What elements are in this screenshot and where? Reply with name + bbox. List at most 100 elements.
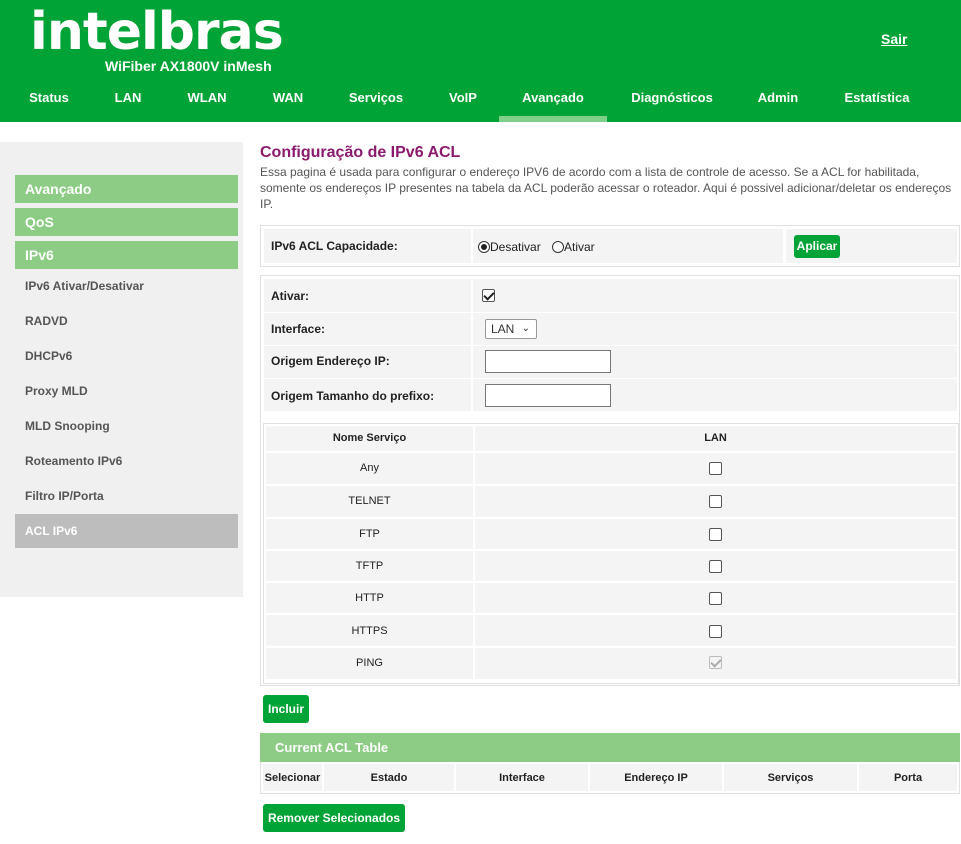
acl-col-cell: Porta (859, 764, 957, 791)
acl-col-endereco-ip: Endereço IP (624, 772, 688, 784)
sidebar-header-ipv6[interactable]: IPv6 (15, 241, 238, 269)
interface-select[interactable]: LAN ⌄ (485, 319, 537, 339)
service-row-telnet: TELNET (266, 486, 473, 517)
nav-wlan[interactable]: WLAN (174, 80, 240, 122)
service-row-ftp: FTP (266, 519, 473, 549)
service-row-https: HTTPS (266, 615, 473, 646)
services-table: Nome Serviço LAN Any TELNET FTP TFTP HTT… (263, 423, 959, 684)
services-header-lan-cell: LAN (475, 426, 956, 451)
interface-label-cell: Interface: (264, 313, 471, 345)
service-checkbox-tftp[interactable] (709, 560, 722, 573)
service-name: TFTP (355, 560, 384, 572)
src-ip-label: Origem Endereço IP: (271, 354, 390, 368)
sidebar-header-qos[interactable]: QoS (15, 208, 238, 236)
prefix-value-cell (473, 379, 957, 411)
prefix-input[interactable] (485, 384, 611, 407)
service-name: HTTP (355, 592, 384, 604)
sidebar-item-mld-snooping[interactable]: MLD Snooping (15, 409, 238, 443)
capability-label-cell: IPv6 ACL Capacidade: (264, 229, 471, 263)
service-name: Any (360, 462, 379, 474)
capability-apply-cell: Aplicar (786, 229, 957, 263)
radio-desativar-label: Desativar (490, 240, 541, 254)
service-lan-cell (475, 519, 956, 549)
sidebar-item-ipv6-toggle[interactable]: IPv6 Ativar/Desativar (15, 269, 238, 303)
src-ip-value-cell (473, 346, 957, 378)
acl-col-cell: Interface (456, 764, 588, 791)
acl-col-porta: Porta (893, 772, 923, 784)
service-row-tftp: TFTP (266, 551, 473, 581)
nav-diagnosticos[interactable]: Diagnósticos (622, 80, 722, 122)
nav-avancado[interactable]: Avançado (499, 80, 607, 122)
radio-desativar[interactable] (478, 241, 490, 253)
service-row-http: HTTP (266, 583, 473, 613)
sidebar-item-acl-ipv6[interactable]: ACL IPv6 (15, 514, 238, 548)
service-row-any: Any (266, 453, 473, 484)
header-bar: intelbras WiFiber AX1800V inMesh Sair St… (0, 0, 961, 122)
nav-estatistica[interactable]: Estatística (834, 80, 920, 122)
interface-value-cell: LAN ⌄ (473, 313, 957, 345)
sidebar-item-filtro-ip-porta[interactable]: Filtro IP/Porta (15, 479, 238, 513)
acl-col-cell: Estado (324, 764, 454, 791)
service-lan-cell (475, 615, 956, 646)
src-ip-input[interactable] (485, 350, 611, 373)
chevron-down-icon: ⌄ (521, 323, 530, 334)
nav-voip[interactable]: VoIP (434, 80, 492, 122)
service-checkbox-telnet[interactable] (709, 495, 722, 508)
nav-wan[interactable]: WAN (258, 80, 318, 122)
sidebar-item-roteamento-ipv6[interactable]: Roteamento IPv6 (15, 444, 238, 478)
sidebar: Avançado QoS IPv6 IPv6 Ativar/Desativar … (0, 142, 243, 597)
remove-selected-button[interactable]: Remover Selecionados (263, 804, 405, 832)
acl-col-estado: Estado (370, 772, 408, 784)
nav-status[interactable]: Status (16, 80, 82, 122)
services-header-name: Nome Serviço (332, 432, 407, 444)
device-model: WiFiber AX1800V inMesh (105, 58, 272, 74)
intelbras-logo: intelbras (30, 2, 284, 62)
sidebar-header-avancado[interactable]: Avançado (15, 175, 238, 203)
service-checkbox-https[interactable] (709, 625, 722, 638)
acl-table-title: Current ACL Table (260, 733, 960, 762)
nav-servicos[interactable]: Serviços (336, 80, 416, 122)
service-lan-cell (475, 583, 956, 613)
logout-link[interactable]: Sair (881, 31, 907, 47)
acl-col-cell: Selecionar (263, 764, 322, 791)
service-name: HTTPS (351, 625, 388, 637)
radio-ativar[interactable] (552, 241, 564, 253)
page-description: Essa pagina é usada para configurar o en… (260, 165, 952, 211)
sidebar-item-proxy-mld[interactable]: Proxy MLD (15, 374, 238, 408)
enable-value-cell (473, 279, 957, 312)
nav-lan[interactable]: LAN (100, 80, 156, 122)
services-header-name-cell: Nome Serviço (266, 426, 473, 451)
enable-checkbox[interactable] (482, 289, 495, 302)
include-button[interactable]: Incluir (263, 695, 309, 723)
apply-button[interactable]: Aplicar (794, 235, 840, 258)
service-lan-cell (475, 486, 956, 517)
acl-table: Selecionar Estado Interface Endereço IP … (260, 762, 960, 794)
acl-col-cell: Serviços (724, 764, 857, 791)
prefix-label: Origem Tamanho do prefixo: (271, 389, 435, 403)
service-checkbox-any[interactable] (709, 462, 722, 475)
service-name: PING (356, 657, 383, 669)
capability-on-option[interactable]: Ativar (552, 240, 595, 254)
sidebar-item-radvd[interactable]: RADVD (15, 304, 238, 338)
capability-off-option[interactable]: Desativar (478, 240, 541, 254)
service-checkbox-ftp[interactable] (709, 528, 722, 541)
prefix-label-cell: Origem Tamanho do prefixo: (264, 379, 471, 411)
acl-col-servicos: Serviços (767, 772, 814, 784)
capability-label: IPv6 ACL Capacidade: (271, 239, 398, 253)
sidebar-item-dhcpv6[interactable]: DHCPv6 (15, 339, 238, 373)
interface-select-value: LAN (491, 322, 515, 336)
acl-col-interface: Interface (499, 772, 545, 784)
radio-ativar-label: Ativar (564, 240, 595, 254)
main-nav: Status LAN WLAN WAN Serviços VoIP Avança… (0, 80, 961, 122)
acl-col-selecionar: Selecionar (264, 772, 321, 784)
service-lan-cell (475, 648, 956, 679)
nav-admin[interactable]: Admin (744, 80, 812, 122)
service-lan-cell (475, 453, 956, 484)
capability-options-cell: Desativar Ativar (473, 229, 783, 263)
service-checkbox-http[interactable] (709, 592, 722, 605)
enable-label-cell: Ativar: (264, 279, 471, 312)
service-row-ping: PING (266, 648, 473, 679)
capability-panel: IPv6 ACL Capacidade: Desativar Ativar Ap… (260, 225, 960, 267)
service-name: FTP (359, 528, 380, 540)
interface-label: Interface: (271, 322, 326, 336)
